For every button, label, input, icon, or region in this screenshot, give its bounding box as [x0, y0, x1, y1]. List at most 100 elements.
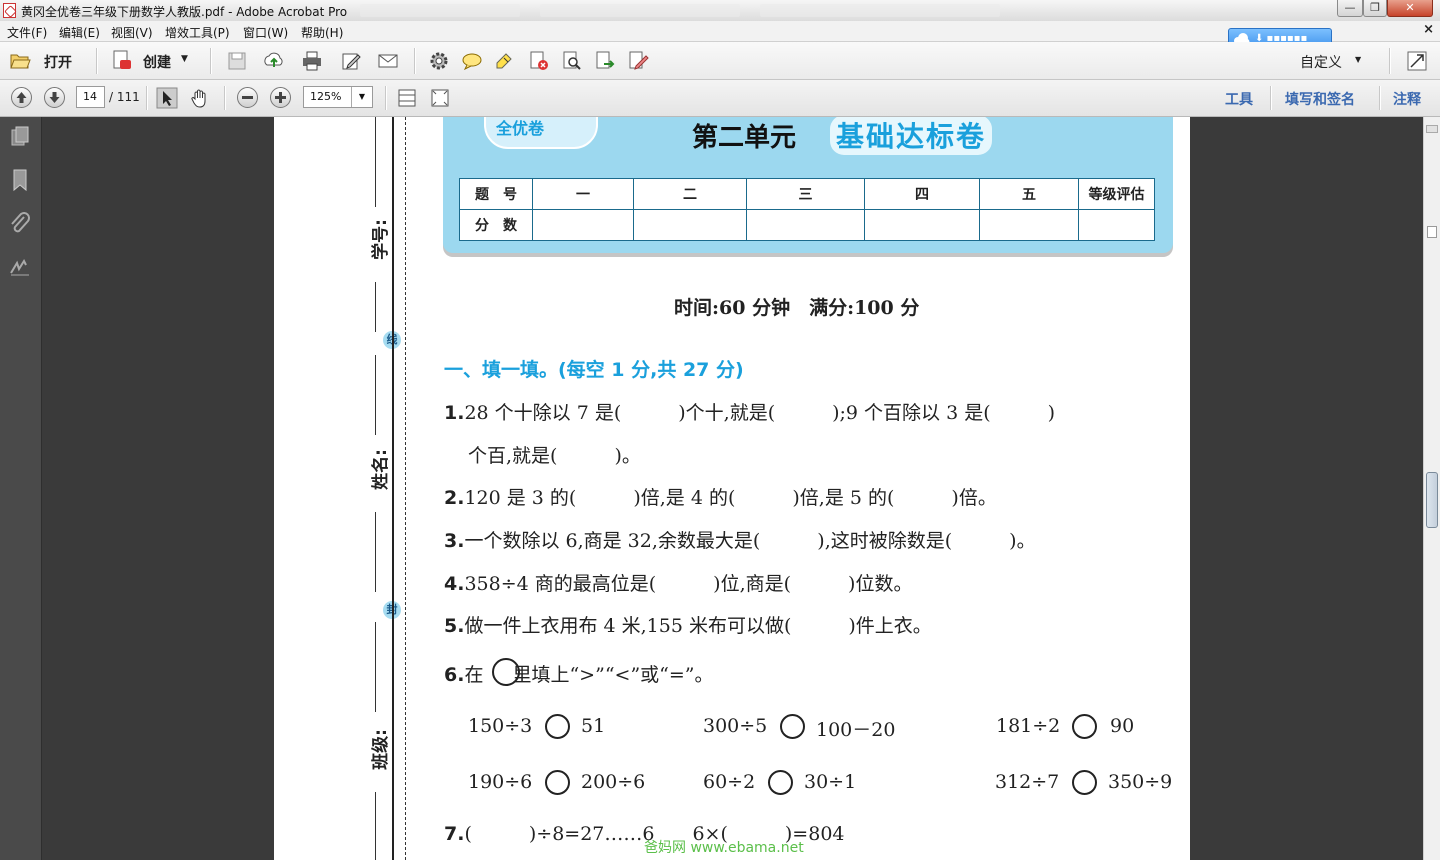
margin-line — [375, 282, 376, 332]
customize-button[interactable]: 自定义 — [1300, 52, 1342, 72]
zoom-level-select[interactable]: 125% ▼ — [303, 86, 373, 108]
circle-blank — [492, 658, 520, 686]
email-icon[interactable] — [377, 50, 399, 72]
comment-icon[interactable] — [461, 50, 483, 72]
comparison-left: 150÷3 — [468, 715, 533, 737]
open-button[interactable]: 打开 — [44, 52, 72, 72]
select-cursor-icon[interactable] — [156, 87, 178, 109]
close-button[interactable]: ✕ — [1387, 0, 1433, 17]
minimize-button[interactable]: — — [1337, 0, 1363, 17]
menu-window[interactable]: 窗口(W) — [243, 24, 288, 41]
zoom-out-button[interactable] — [237, 87, 258, 108]
sign-icon[interactable] — [627, 50, 649, 72]
fill-sign-tab[interactable]: 填写和签名 — [1285, 89, 1355, 109]
page-total: / 111 — [109, 90, 140, 104]
question-text: 358÷4 商的最高位是( )位,商是( )位数。 — [464, 573, 913, 595]
fullscreen-icon[interactable] — [1406, 50, 1428, 72]
margin-line — [375, 117, 376, 207]
question-text: 28 个十除以 7 是( )个十,就是( );9 个百除以 3 是( ) — [464, 402, 1056, 424]
bookmark-icon[interactable] — [9, 168, 31, 192]
hand-tool-icon[interactable] — [189, 87, 211, 109]
menu-view[interactable]: 视图(V) — [111, 24, 153, 41]
maximize-button[interactable]: ❐ — [1363, 0, 1387, 17]
title-bar: 黄冈全优卷三年级下册数学人教版.pdf - Adobe Acrobat Pro … — [0, 0, 1440, 22]
question-number: 3. — [444, 530, 465, 552]
question-number: 1. — [444, 402, 465, 424]
delete-icon[interactable] — [528, 50, 550, 72]
fit-page-icon[interactable] — [429, 87, 451, 109]
question-number: 5. — [444, 615, 465, 637]
question-4: 4.358÷4 商的最高位是( )位,商是( )位数。 — [444, 569, 912, 596]
create-button[interactable]: 创建 — [143, 52, 171, 72]
comparison-circle[interactable] — [768, 770, 793, 795]
menu-help[interactable]: 帮助(H) — [301, 24, 343, 41]
comparison-circle[interactable] — [1072, 714, 1097, 739]
comment-tab[interactable]: 注释 — [1393, 89, 1421, 109]
zoom-in-button[interactable] — [270, 87, 291, 108]
question-text: 一个数除以 6,商是 32,余数最大是( ),这时被除数是( )。 — [464, 530, 1036, 552]
scrollbar-thumb[interactable] — [1426, 472, 1438, 528]
vertical-scrollbar[interactable] — [1423, 117, 1440, 860]
previous-page-button[interactable] — [11, 87, 32, 108]
question-1-cont: 个百,就是( )。 — [468, 441, 641, 468]
main-toolbar: 打开 创建 ▼ 自定义 ▼ — [0, 42, 1440, 80]
comparison-left: 312÷7 — [995, 771, 1060, 793]
attachment-icon[interactable] — [9, 212, 31, 236]
next-page-button[interactable] — [44, 87, 65, 108]
class-label: 班级: — [370, 729, 391, 770]
gear-icon[interactable] — [428, 50, 450, 72]
table-row: 题 号 一 二 三 四 五 等级评估 — [459, 178, 1155, 210]
section-title: 一、填一填。(每空 1 分,共 27 分) — [444, 359, 744, 381]
export-icon[interactable] — [594, 50, 616, 72]
save-icon[interactable] — [226, 50, 248, 72]
signature-icon[interactable] — [9, 255, 31, 279]
menu-edit[interactable]: 编辑(E) — [59, 24, 100, 41]
quality-badge: 全优卷 — [484, 117, 598, 149]
question-1: 1.28 个十除以 7 是( )个十,就是( );9 个百除以 3 是( ) — [444, 398, 1055, 425]
print-icon[interactable] — [301, 50, 323, 72]
close-document-icon[interactable]: × — [1423, 22, 1434, 37]
edit-icon[interactable] — [340, 50, 362, 72]
navigation-pane — [0, 117, 42, 860]
comparison-right: 30÷1 — [804, 771, 857, 793]
comparison-circle[interactable] — [780, 714, 805, 739]
question-text: 120 是 3 的( )倍,是 4 的( )倍,是 5 的( )倍。 — [464, 487, 997, 509]
search-icon[interactable] — [561, 50, 583, 72]
table-cell — [1078, 209, 1155, 241]
create-pdf-icon[interactable] — [111, 49, 133, 71]
chevron-down-icon[interactable]: ▼ — [1355, 55, 1361, 64]
menu-file[interactable]: 文件(F) — [7, 24, 47, 41]
split-handle[interactable] — [1426, 125, 1438, 133]
window-title: 黄冈全优卷三年级下册数学人教版.pdf - Adobe Acrobat Pro — [21, 5, 348, 19]
chevron-down-icon[interactable]: ▼ — [181, 54, 188, 64]
question-number: 4. — [444, 573, 465, 595]
chevron-down-icon[interactable]: ▼ — [351, 87, 372, 107]
document-page: 学号: 姓名: 班级: 线 封 全优卷 第二单元 基础达标卷 题 号 一 二 三… — [274, 117, 1190, 860]
toolbar-separator — [1389, 48, 1391, 74]
table-cell: 分 数 — [459, 209, 533, 241]
open-folder-icon[interactable] — [9, 50, 31, 72]
question-2: 2.120 是 3 的( )倍,是 4 的( )倍,是 5 的( )倍。 — [444, 483, 997, 510]
table-cell — [746, 209, 865, 241]
comparison-right: 90 — [1110, 715, 1135, 737]
comparison-circle[interactable] — [545, 714, 570, 739]
menu-plugins[interactable]: 增效工具(P) — [165, 24, 230, 41]
page-thumbnails-icon[interactable] — [9, 125, 31, 149]
page-number-input[interactable]: 14 — [76, 86, 105, 108]
comparison-circle[interactable] — [545, 770, 570, 795]
toolbar-separator — [210, 48, 212, 74]
toolbar-separator — [1270, 86, 1272, 110]
tools-tab[interactable]: 工具 — [1225, 89, 1253, 109]
table-cell: 一 — [532, 178, 634, 210]
margin-line — [375, 792, 376, 860]
minus-icon — [242, 96, 253, 99]
toolbar-separator — [414, 48, 416, 74]
upload-icon[interactable] — [263, 50, 285, 72]
question-5: 5.做一件上衣用布 4 米,155 米布可以做( )件上衣。 — [444, 611, 932, 638]
comparison-right: 200÷6 — [581, 771, 646, 793]
table-cell: 二 — [633, 178, 747, 210]
highlight-icon[interactable] — [494, 50, 516, 72]
comparison-right: 350÷9 — [1108, 771, 1173, 793]
comparison-circle[interactable] — [1072, 770, 1097, 795]
fit-width-icon[interactable] — [396, 87, 418, 109]
